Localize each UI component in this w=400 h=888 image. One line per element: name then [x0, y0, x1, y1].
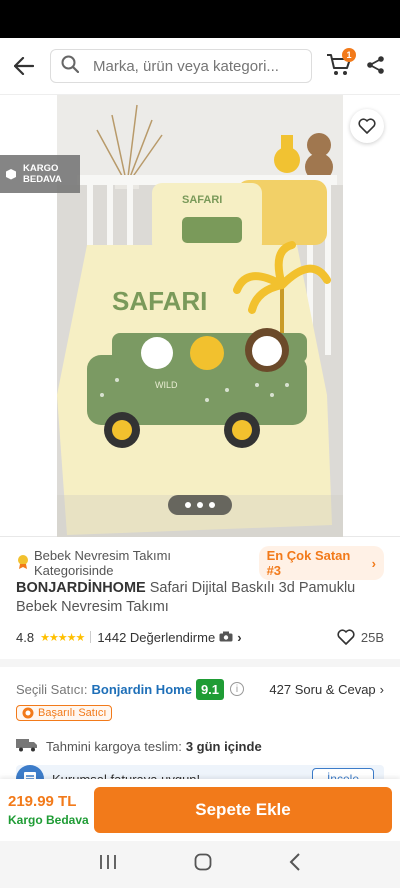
- cart-count-badge: 1: [342, 48, 356, 62]
- qa-text: 427 Soru & Cevap: [269, 681, 376, 697]
- heart-icon: [358, 118, 376, 134]
- review-count-link[interactable]: 1442 Değerlendirme: [97, 630, 215, 645]
- chevron-right-icon: ›: [379, 681, 384, 697]
- seller-label: Seçili Satıcı:: [16, 681, 88, 697]
- successful-seller-badge: Başarılı Satıcı: [16, 705, 113, 721]
- bus-wild-text: WILD: [155, 380, 178, 390]
- shipping-row: Tahmini kargoya teslim: 3 gün içinde: [16, 738, 384, 755]
- truck-icon: [16, 738, 38, 755]
- bottom-purchase-bar: 219.99 TL Kargo Bedava Sepete Ekle: [0, 779, 400, 841]
- category-text: Bebek Nevresim Takımı Kategorisinde: [34, 548, 172, 578]
- favorite-count[interactable]: 25B: [337, 629, 384, 645]
- favorite-count-value: 25B: [360, 629, 384, 645]
- successful-seller-text: Başarılı Satıcı: [38, 707, 107, 719]
- kargo-line2: BEDAVA: [23, 174, 62, 185]
- search-input[interactable]: [93, 57, 301, 75]
- product-info: Bebek Nevresim Takımı Kategorisinde En Ç…: [0, 536, 400, 667]
- free-shipping-text: Kargo Bedava: [8, 813, 89, 827]
- seller-score-badge: 9.1: [195, 678, 225, 700]
- heart-icon: [337, 629, 355, 645]
- qa-link[interactable]: 427 Soru & Cevap ›: [269, 682, 384, 697]
- product-image[interactable]: SAFARI SAFARI WILD: [57, 95, 343, 537]
- pager-dot[interactable]: [185, 502, 191, 508]
- search-box[interactable]: [50, 49, 312, 83]
- rating-stars: ★★★★★: [40, 631, 85, 644]
- status-bar: [0, 0, 400, 38]
- cart-button[interactable]: 1: [326, 48, 356, 80]
- product-title: BONJARDİNHOME Safari Dijital Baskılı 3d …: [16, 579, 384, 617]
- box-icon: [6, 169, 16, 180]
- recent-apps-icon[interactable]: [99, 854, 117, 875]
- price: 219.99 TL: [8, 793, 77, 810]
- info-icon[interactable]: i: [230, 682, 245, 696]
- rating-row: 4.8 ★★★★★ 1442 Değerlendirme › 25B: [16, 627, 384, 647]
- product-gallery[interactable]: SAFARI SAFARI WILD KARGO BEDAVA: [0, 94, 400, 537]
- pager-dot[interactable]: [197, 502, 203, 508]
- system-nav-bar: [0, 841, 400, 888]
- seller-row: Seçili Satıcı: Bonjardin Home 9.1 i 427 …: [16, 677, 384, 701]
- pager-dot[interactable]: [209, 502, 215, 508]
- add-to-cart-button[interactable]: Sepete Ekle: [94, 787, 392, 833]
- camera-icon: [219, 630, 233, 645]
- best-seller-text: En Çok Satan #3: [266, 548, 351, 578]
- favorite-button[interactable]: [350, 109, 384, 143]
- divider: [90, 631, 92, 643]
- search-icon: [61, 55, 80, 78]
- shipping-value: 3 gün içinde: [185, 739, 262, 754]
- back-nav-icon[interactable]: [289, 853, 301, 876]
- product-brand[interactable]: BONJARDİNHOME: [16, 580, 146, 596]
- chevron-right-icon: ›: [237, 629, 242, 645]
- pillow-safari-text: SAFARI: [182, 194, 222, 206]
- section-divider: [0, 659, 400, 667]
- home-icon[interactable]: [194, 853, 212, 876]
- category-row[interactable]: Bebek Nevresim Takımı Kategorisinde En Ç…: [16, 546, 384, 580]
- kargo-line1: KARGO: [23, 163, 59, 174]
- share-icon[interactable]: [366, 55, 388, 77]
- seller-section: Seçili Satıcı: Bonjardin Home 9.1 i 427 …: [0, 667, 400, 793]
- price-block: 219.99 TL Kargo Bedava: [8, 793, 94, 827]
- best-seller-badge[interactable]: En Çok Satan #3 ›: [258, 546, 384, 580]
- free-shipping-badge: KARGO BEDAVA: [0, 155, 80, 193]
- award-icon: [22, 707, 34, 719]
- rating-value: 4.8: [16, 629, 35, 645]
- seller-name-link[interactable]: Bonjardin Home: [92, 682, 192, 697]
- chevron-right-icon: ›: [371, 555, 376, 571]
- top-bar: 1: [0, 38, 400, 94]
- shipping-label: Tahmini kargoya teslim:: [46, 739, 182, 754]
- duvet-safari-text: SAFARI: [112, 286, 207, 316]
- image-pager[interactable]: [168, 495, 232, 515]
- medal-icon: [16, 554, 30, 573]
- back-arrow-icon[interactable]: [12, 54, 36, 78]
